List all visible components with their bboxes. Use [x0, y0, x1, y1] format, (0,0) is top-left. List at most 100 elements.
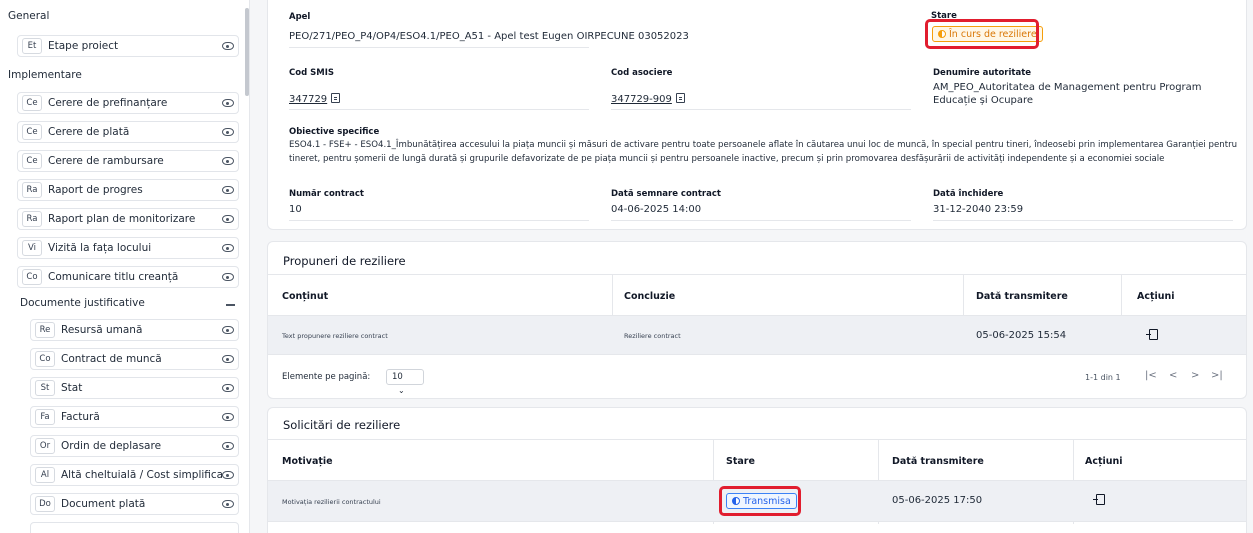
eye-icon[interactable] — [222, 273, 234, 281]
divider — [289, 220, 589, 221]
row-data: 05-06-2025 15:54 — [976, 330, 1067, 341]
col-actiuni: Acțiuni — [1085, 456, 1123, 467]
solicitari-card: Solicitări de reziliere Motivație Stare … — [267, 407, 1247, 533]
row-concluzie: Reziliere contract — [624, 332, 681, 340]
col-stare[interactable]: Stare — [726, 456, 755, 467]
copy-icon[interactable] — [675, 93, 685, 103]
divider — [611, 220, 911, 221]
sidebar-item-stat[interactable]: St Stat — [30, 377, 239, 399]
document-action-icon[interactable] — [1146, 329, 1158, 340]
apel-value: PEO/271/PEO_P4/OP4/ESO4.1/PEO_A51 - Apel… — [289, 31, 689, 42]
eye-icon[interactable] — [222, 244, 234, 252]
row-continut: Text propunere reziliere contract — [282, 332, 388, 340]
cod-asociere-link[interactable]: 347729-909 — [611, 94, 672, 105]
numar-contract-label: Număr contract — [289, 189, 364, 199]
sidebar-item-cerere-rambursare[interactable]: Ce Cerere de rambursare — [17, 150, 239, 172]
item-label: Comunicare titlu creanță — [48, 271, 179, 283]
obiective-line-1: ESO4.1 - FSE+ - ESO4.1_Îmbunătățirea acc… — [289, 140, 1238, 150]
data-inchidere-value: 31-12-2040 23:59 — [933, 204, 1024, 215]
cod-asociere-value[interactable]: 347729-909 — [611, 93, 685, 105]
sidebar-item-partial[interactable] — [30, 522, 239, 533]
item-abbr: Co — [22, 269, 42, 285]
sidebar-item-cerere-prefinantare[interactable]: Ce Cerere de prefinanțare — [17, 92, 239, 114]
eye-icon[interactable] — [222, 42, 234, 50]
cod-asociere-label: Cod asociere — [611, 68, 673, 78]
eye-icon[interactable] — [222, 471, 234, 479]
item-label: Vizită la fața locului — [48, 242, 152, 254]
item-abbr: Re — [35, 322, 55, 338]
next-page-icon[interactable]: > — [1191, 370, 1199, 381]
sidebar-item-resursa-umana[interactable]: Re Resursă umană — [30, 319, 239, 341]
sidebar-item-raport-progres[interactable]: Ra Raport de progres — [17, 179, 239, 201]
sidebar-item-raport-monitorizare[interactable]: Ra Raport plan de monitorizare — [17, 208, 239, 230]
col-data-transmitere[interactable]: Dată transmitere — [892, 456, 984, 467]
item-abbr: Ce — [22, 124, 42, 140]
divider — [289, 47, 589, 48]
propuneri-title: Propuneri de reziliere — [283, 254, 406, 268]
item-abbr: Ce — [22, 153, 42, 169]
divider — [268, 274, 1246, 275]
sidebar-item-factura[interactable]: Fa Factură — [30, 406, 239, 428]
item-abbr: Or — [35, 438, 55, 454]
first-page-icon[interactable]: |< — [1145, 370, 1157, 381]
eye-icon[interactable] — [222, 186, 234, 194]
item-abbr: Vi — [22, 240, 42, 256]
sidebar-item-cerere-plata[interactable]: Ce Cerere de plată — [17, 121, 239, 143]
row-data: 05-06-2025 17:50 — [892, 495, 983, 506]
eye-icon[interactable] — [222, 157, 234, 165]
cod-smis-link[interactable]: 347729 — [289, 94, 327, 105]
collapse-icon[interactable] — [226, 304, 235, 306]
eye-icon[interactable] — [222, 355, 234, 363]
item-label: Raport plan de monitorizare — [48, 213, 196, 225]
sidebar-item-etape-proiect[interactable]: Et Etape proiect — [17, 35, 239, 57]
pagination-range: 1-1 din 1 — [1085, 373, 1121, 382]
app-root: General Et Etape proiect Implementare Ce… — [0, 0, 1253, 533]
eye-icon[interactable] — [222, 99, 234, 107]
col-motivatie[interactable]: Motivație — [282, 456, 333, 467]
apel-label: Apel — [289, 12, 311, 22]
divider — [268, 439, 1246, 440]
prev-page-icon[interactable]: < — [1169, 370, 1177, 381]
item-label: Cerere de plată — [48, 126, 130, 138]
propuneri-card: Propuneri de reziliere Conținut Concluzi… — [267, 241, 1247, 399]
col-concluzie[interactable]: Concluzie — [624, 291, 675, 302]
sidebar-item-contract-munca[interactable]: Co Contract de muncă — [30, 348, 239, 370]
eye-icon[interactable] — [222, 384, 234, 392]
details-card: Apel PEO/271/PEO_P4/OP4/ESO4.1/PEO_A51 -… — [267, 0, 1247, 230]
item-abbr: Ra — [22, 182, 42, 198]
sidebar-scrollbar[interactable] — [245, 8, 249, 96]
item-abbr: St — [35, 380, 55, 396]
item-abbr: Ce — [22, 95, 42, 111]
item-abbr: Et — [22, 38, 42, 54]
item-label: Contract de muncă — [61, 353, 162, 365]
eye-icon[interactable] — [222, 442, 234, 450]
item-label: Document plată — [61, 498, 146, 510]
last-page-icon[interactable]: >| — [1211, 370, 1223, 381]
item-label: Altă cheltuială / Cost simplificat — [61, 469, 222, 481]
copy-icon[interactable] — [331, 93, 341, 103]
per-page-value: 10 — [392, 372, 403, 382]
row-motivatie: Motivația rezilierii contractului — [282, 498, 381, 506]
col-data-transmitere[interactable]: Dată transmitere — [976, 291, 1068, 302]
section-documente[interactable]: Documente justificative — [20, 297, 145, 309]
eye-icon[interactable] — [222, 326, 234, 334]
sidebar-item-alta-cheltuiala[interactable]: Al Altă cheltuială / Cost simplificat — [30, 464, 239, 486]
item-abbr: Ra — [22, 211, 42, 227]
item-label: Cerere de prefinanțare — [48, 97, 168, 109]
sidebar: General Et Etape proiect Implementare Ce… — [0, 0, 250, 533]
cod-smis-value[interactable]: 347729 — [289, 93, 341, 105]
per-page-select[interactable]: 10 ⌄ — [386, 369, 424, 395]
document-action-icon[interactable] — [1093, 494, 1105, 505]
divider — [268, 354, 1246, 355]
eye-icon[interactable] — [222, 215, 234, 223]
eye-icon[interactable] — [222, 500, 234, 508]
sidebar-item-document-plata[interactable]: Do Document plată — [30, 493, 239, 515]
table-row[interactable] — [268, 316, 1246, 354]
eye-icon[interactable] — [222, 128, 234, 136]
col-continut[interactable]: Conținut — [282, 291, 328, 302]
sidebar-item-comunicare[interactable]: Co Comunicare titlu creanță — [17, 266, 239, 288]
item-label: Raport de progres — [48, 184, 143, 196]
sidebar-item-vizita[interactable]: Vi Vizită la fața locului — [17, 237, 239, 259]
eye-icon[interactable] — [222, 413, 234, 421]
sidebar-item-ordin-deplasare[interactable]: Or Ordin de deplasare — [30, 435, 239, 457]
